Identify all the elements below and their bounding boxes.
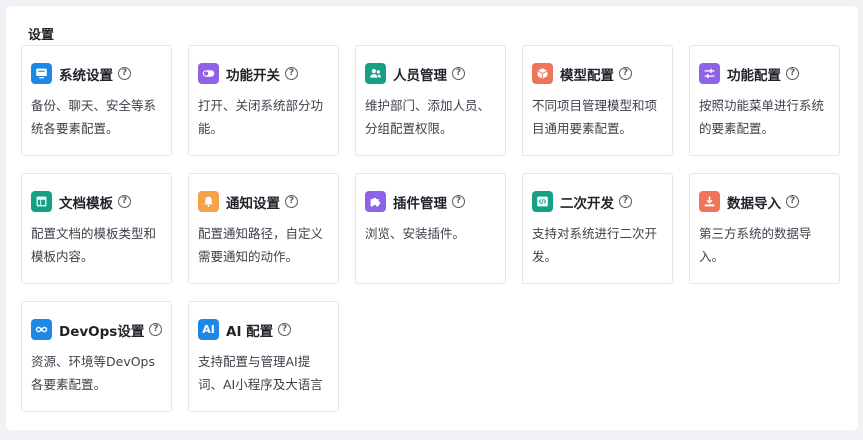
- card-header: 功能开关?: [198, 63, 329, 84]
- settings-card[interactable]: 系统设置? 备份、聊天、安全等系统各要素配置。: [21, 45, 172, 156]
- card-title: 二次开发: [560, 195, 614, 212]
- settings-card[interactable]: 通知设置? 配置通知路径，自定义需要通知的动作。: [188, 173, 339, 284]
- card-header: 数据导入?: [699, 191, 830, 212]
- card-title: 功能开关: [226, 67, 280, 84]
- section-title: 设置: [28, 28, 55, 43]
- card-description: 不同项目管理模型和项目通用要素配置。: [532, 98, 658, 136]
- help-icon[interactable]: ?: [278, 323, 292, 336]
- card-header: 人员管理?: [365, 63, 496, 84]
- card-title: 通知设置: [226, 195, 280, 212]
- card-description: 维护部门、添加人员、分组配置权限。: [365, 98, 491, 136]
- card-header: 系统设置?: [31, 63, 162, 84]
- monitor-icon: [31, 63, 52, 84]
- icon-glyph: AI: [202, 323, 215, 336]
- layout-icon: [31, 191, 52, 212]
- help-icon[interactable]: ?: [786, 195, 799, 208]
- card-title: 系统设置: [59, 67, 113, 84]
- ai-icon: AI: [198, 319, 219, 340]
- card-title: AI 配置: [226, 323, 274, 340]
- help-icon[interactable]: ?: [285, 195, 298, 208]
- card-title: DevOps设置: [59, 323, 145, 340]
- card-header: 通知设置?: [198, 191, 329, 212]
- card-description: 支持对系统进行二次开发。: [532, 226, 658, 264]
- download-icon: [699, 191, 720, 212]
- card-description: 打开、关闭系统部分功能。: [198, 98, 324, 136]
- card-description: 配置通知路径，自定义需要通知的动作。: [198, 226, 324, 264]
- card-description: 备份、聊天、安全等系统各要素配置。: [31, 98, 157, 136]
- help-icon[interactable]: ?: [285, 67, 298, 80]
- card-title: 数据导入: [727, 195, 781, 212]
- card-title: 插件管理: [393, 195, 447, 212]
- settings-card[interactable]: AI AI 配置? 支持配置与管理AI提词、AI小程序及大语言: [188, 301, 339, 412]
- sliders-icon: [699, 63, 720, 84]
- card-description: 配置文档的模板类型和模板内容。: [31, 226, 157, 264]
- settings-card[interactable]: 功能配置? 按照功能菜单进行系统的要素配置。: [689, 45, 840, 156]
- settings-card[interactable]: DevOps设置? 资源、环境等DevOps各要素配置。: [21, 301, 172, 412]
- help-icon[interactable]: ?: [149, 323, 163, 336]
- settings-card[interactable]: 功能开关? 打开、关闭系统部分功能。: [188, 45, 339, 156]
- card-header: DevOps设置?: [31, 319, 163, 340]
- card-description: 第三方系统的数据导入。: [699, 226, 812, 264]
- card-header: 功能配置?: [699, 63, 830, 84]
- settings-card[interactable]: 数据导入? 第三方系统的数据导入。: [689, 173, 840, 284]
- card-description: 资源、环境等DevOps各要素配置。: [31, 354, 155, 392]
- help-icon[interactable]: ?: [786, 67, 799, 80]
- help-icon[interactable]: ?: [452, 67, 465, 80]
- infinity-icon: [31, 319, 52, 340]
- settings-card[interactable]: 文档模板? 配置文档的模板类型和模板内容。: [21, 173, 172, 284]
- settings-card[interactable]: 插件管理? 浏览、安装插件。: [355, 173, 506, 284]
- card-description: 支持配置与管理AI提词、AI小程序及大语言: [198, 354, 323, 392]
- help-icon[interactable]: ?: [452, 195, 465, 208]
- settings-card[interactable]: 人员管理? 维护部门、添加人员、分组配置权限。: [355, 45, 506, 156]
- card-description: 按照功能菜单进行系统的要素配置。: [699, 98, 825, 136]
- card-title: 模型配置: [560, 67, 614, 84]
- card-header: 模型配置?: [532, 63, 663, 84]
- card-description: 浏览、安装插件。: [365, 226, 466, 241]
- code-icon: [532, 191, 553, 212]
- help-icon[interactable]: ?: [619, 195, 632, 208]
- puzzle-icon: [365, 191, 386, 212]
- bell-icon: [198, 191, 219, 212]
- card-title: 功能配置: [727, 67, 781, 84]
- users-icon: [365, 63, 386, 84]
- card-header: 二次开发?: [532, 191, 663, 212]
- settings-card[interactable]: 模型配置? 不同项目管理模型和项目通用要素配置。: [522, 45, 673, 156]
- card-title: 文档模板: [59, 195, 113, 212]
- card-title: 人员管理: [393, 67, 447, 84]
- card-header: 插件管理?: [365, 191, 496, 212]
- cube-icon: [532, 63, 553, 84]
- settings-card[interactable]: 二次开发? 支持对系统进行二次开发。: [522, 173, 673, 284]
- help-icon[interactable]: ?: [118, 195, 131, 208]
- card-header: AI AI 配置?: [198, 319, 329, 340]
- settings-card-grid: 系统设置? 备份、聊天、安全等系统各要素配置。 功能开关? 打开、关闭系统部分功能。人…: [21, 45, 840, 412]
- toggle-icon: [198, 63, 219, 84]
- help-icon[interactable]: ?: [118, 67, 131, 80]
- help-icon[interactable]: ?: [619, 67, 632, 80]
- card-header: 文档模板?: [31, 191, 162, 212]
